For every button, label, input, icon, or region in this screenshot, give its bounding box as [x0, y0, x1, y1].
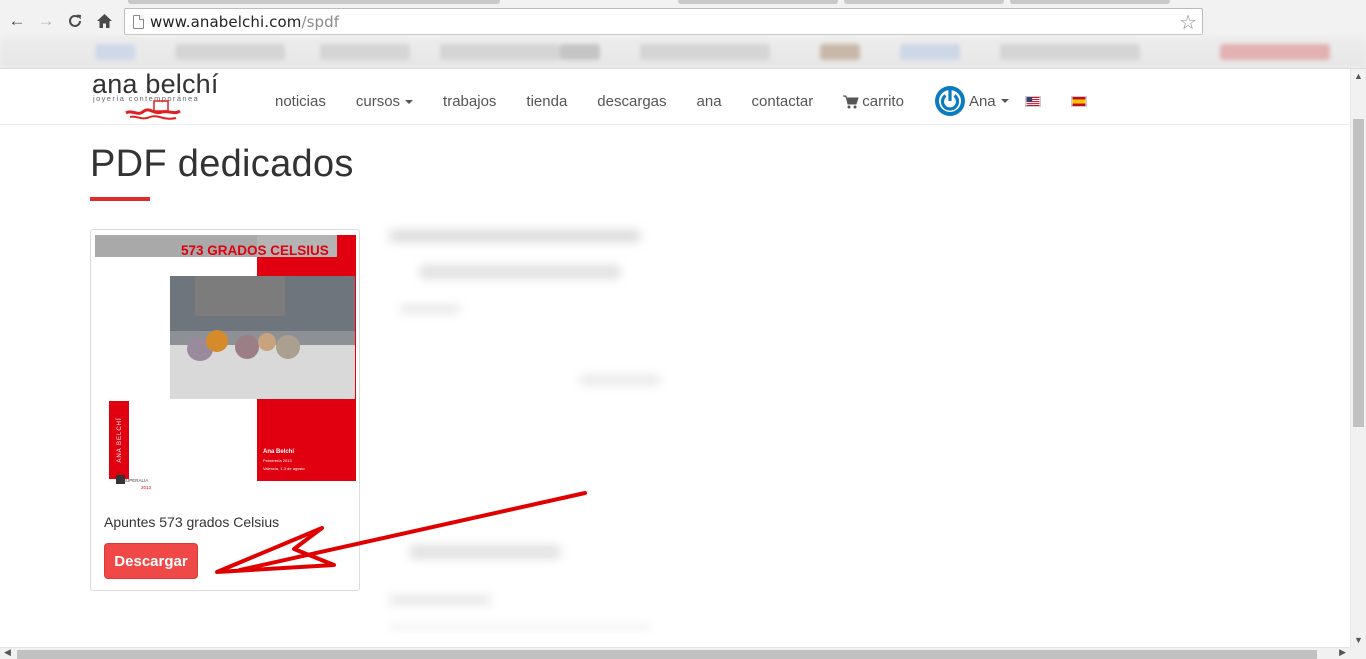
pdf-cover-image[interactable]: 573 GRADOS CELSIUS Ana Belchí Febrerería… [95, 235, 357, 490]
cover-logo: SUPERALIA [123, 478, 148, 483]
nav-contactar[interactable]: contactar [752, 93, 814, 110]
browser-tab[interactable] [844, 0, 1004, 4]
nav-label: trabajos [443, 93, 497, 110]
page-title: PDF dedicados [90, 143, 354, 185]
main-nav: noticias cursos trabajos tienda descarga… [275, 86, 1117, 117]
reload-button[interactable] [64, 10, 86, 32]
scroll-left-icon[interactable]: ◀ [4, 647, 11, 658]
flag-us-icon[interactable] [1024, 96, 1041, 107]
user-name: Ana [968, 92, 996, 110]
flag-es-icon[interactable] [1070, 96, 1087, 107]
bookmarks-bar [0, 36, 1366, 68]
nav-label: contactar [751, 93, 814, 110]
browser-tab[interactable] [128, 0, 500, 4]
nav-noticias[interactable]: noticias [275, 93, 326, 110]
url-path: /spdf [301, 13, 340, 31]
forward-button[interactable]: → [35, 10, 57, 32]
nav-label: descargas [597, 93, 667, 110]
annotation-arrow-icon [215, 491, 587, 574]
scroll-up-icon[interactable]: ▲ [1354, 71, 1363, 81]
nav-label: cursos [355, 93, 401, 110]
nav-label: carrito [862, 93, 904, 110]
address-url[interactable]: www.anabelchi.com/spdf [150, 13, 339, 31]
vertical-scrollbar[interactable]: ▲ ▼ [1350, 69, 1366, 647]
home-button[interactable] [93, 10, 115, 32]
nav-label: noticias [275, 93, 326, 110]
nav-label: ana [696, 93, 722, 110]
cover-title: 573 GRADOS CELSIUS [181, 243, 329, 258]
cover-author: Ana Belchí [263, 449, 294, 455]
browser-tab[interactable] [678, 0, 838, 4]
page-icon [133, 15, 144, 29]
scroll-down-icon[interactable]: ▼ [1354, 635, 1363, 645]
scroll-right-icon[interactable]: ▶ [1339, 647, 1346, 658]
cover-meta-1: Febrerería 2013 [263, 458, 292, 463]
address-bar[interactable]: www.anabelchi.com/spdf ☆ [124, 8, 1203, 35]
back-arrow-icon: ← [8, 11, 26, 30]
reload-icon [69, 14, 81, 27]
nav-descargas[interactable]: descargas [597, 93, 666, 110]
nav-carrito[interactable]: carrito [843, 93, 904, 110]
download-button[interactable]: Descargar [104, 543, 198, 579]
browser-toolbar: ← → www.anabelchi.com/spdf ☆ [0, 0, 1366, 69]
nav-ana[interactable]: ana [697, 93, 722, 110]
cover-year: 2013 [141, 485, 152, 490]
power-icon [934, 86, 965, 116]
home-icon [96, 14, 112, 28]
cover-spine: ANA BELCHÍ [116, 417, 123, 462]
nav-cursos[interactable]: cursos [355, 93, 414, 110]
nav-tienda[interactable]: tienda [526, 93, 567, 110]
site-header: ana belchí joyería contemporánea noticia… [0, 69, 1350, 125]
caret-down-icon [405, 99, 414, 104]
user-menu[interactable]: Ana [934, 85, 1009, 117]
horizontal-scrollbar[interactable]: ◀ ▶ [0, 647, 1350, 659]
logo-mark-icon [125, 100, 181, 120]
back-button[interactable]: ← [6, 10, 28, 32]
title-underline [90, 197, 150, 201]
url-host: www.anabelchi.com [150, 13, 302, 31]
scrollbar-corner [1350, 647, 1366, 659]
browser-tab[interactable] [1010, 0, 1170, 4]
nav-label: tienda [526, 93, 568, 110]
bookmark-star-icon[interactable]: ☆ [1179, 10, 1197, 35]
cover-meta-2: Valencia, 1-3 de agosto [263, 466, 306, 471]
forward-arrow-icon: → [37, 11, 55, 30]
cart-icon [843, 95, 859, 108]
horizontal-scroll-thumb[interactable] [17, 650, 1317, 659]
vertical-scroll-thumb[interactable] [1353, 119, 1364, 427]
site-logo[interactable]: ana belchí joyería contemporánea [92, 69, 232, 125]
nav-trabajos[interactable]: trabajos [443, 93, 496, 110]
caret-down-icon [1000, 99, 1009, 103]
